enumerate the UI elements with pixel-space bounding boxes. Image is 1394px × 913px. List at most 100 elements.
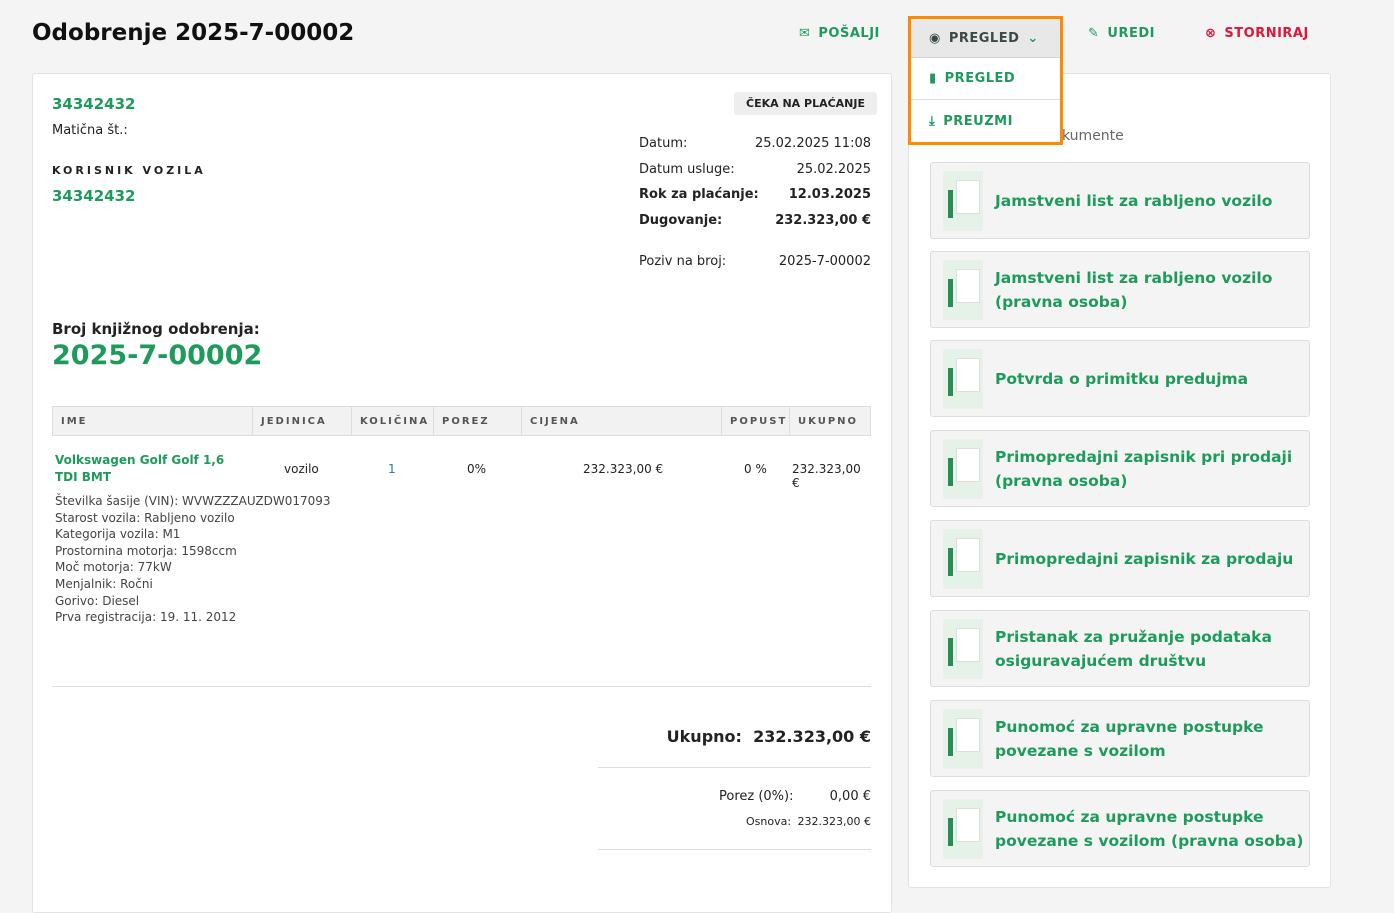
menu-item-label: PREGLED	[944, 71, 1016, 86]
item-tax: 0%	[467, 462, 487, 476]
document-title: Potvrda o primitku predujma	[995, 369, 1249, 388]
item-total: 232.323,00 €	[792, 462, 861, 490]
status-badge: ČEKA NA PLAĆANJE	[734, 92, 877, 115]
col-qty: KOLIČINA	[352, 407, 434, 436]
spec-line: Prva registracija: 19. 11. 2012	[55, 610, 237, 625]
tax-value: 0,00 €	[829, 789, 871, 804]
meta-value: 2025-7-00002	[778, 254, 871, 269]
grand-total: Ukupno: 232.323,00 €	[600, 727, 871, 746]
document-illustration-icon	[943, 170, 983, 231]
meta-row: Dugovanje: 232.323,00 €	[639, 213, 871, 228]
document-item[interactable]: Punomoć za upravne postupke povezane s v…	[930, 700, 1310, 777]
menu-item-preview[interactable]: ▮ PREGLED	[911, 58, 1060, 100]
col-discount: POPUST	[722, 407, 790, 436]
meta-label: Poziv na broj:	[639, 254, 727, 269]
meta-label: Datum usluge:	[639, 162, 735, 177]
menu-item-download[interactable]: ⤓ PREUZMI	[911, 100, 1060, 142]
vehicle-user-label: KORISNIK VOZILA	[52, 164, 206, 177]
spec-line: Številka šasije (VIN): WVWZZZAUZDW017093	[55, 494, 331, 508]
document-illustration-icon	[943, 438, 983, 499]
send-label: POŠALJI	[818, 26, 880, 41]
eye-icon: ◉	[929, 30, 941, 46]
edit-button[interactable]: ✎ UREDI	[1088, 26, 1155, 41]
base-label: Osnova:	[746, 815, 792, 828]
col-price: CIJENA	[522, 407, 722, 436]
base-value: 232.323,00 €	[797, 815, 871, 828]
meta-value: 25.02.2025 11:08	[754, 136, 871, 151]
total-value: 232.323,00 €	[753, 727, 871, 746]
preview-dropdown[interactable]: ◉ PREGLED ⌄ ▮ PREGLED ⤓ PREUZMI	[908, 16, 1063, 145]
col-total: UKUPNO	[798, 416, 859, 427]
item-price: 232.323,00 €	[583, 462, 664, 476]
tax-number-label: Matična št.:	[52, 123, 128, 138]
download-icon: ⤓	[929, 113, 936, 129]
preview-label: PREGLED	[948, 30, 1020, 46]
edit-label: UREDI	[1107, 26, 1155, 41]
meta-row: Poziv na broj: 2025-7-00002	[639, 254, 871, 269]
document-title: Primopredajni zapisnik pri prodaji (prav…	[995, 447, 1293, 490]
col-unit: JEDINICA	[253, 407, 352, 436]
envelope-icon: ✉	[799, 26, 811, 41]
client-id[interactable]: 34342432	[52, 95, 136, 113]
tax-label: Porez (0%):	[719, 789, 794, 804]
spec-line: Starost vozila: Rabljeno vozilo	[55, 510, 235, 525]
send-button[interactable]: ✉ POŠALJI	[799, 26, 880, 41]
document-illustration-icon	[943, 708, 983, 769]
chevron-down-icon: ⌄	[1027, 30, 1039, 46]
item-specs: Številka šasije (VIN): WVWZZZAUZDW017093…	[55, 493, 331, 626]
col-name: IME	[53, 407, 253, 436]
total-label: Ukupno:	[666, 727, 742, 746]
document-title: Pristanak za pružanje podataka osigurava…	[995, 627, 1272, 670]
document-item[interactable]: Primopredajni zapisnik za prodaju	[930, 520, 1310, 597]
spec-line: Prostornina motorja: 1598ccm	[55, 543, 237, 558]
item-unit: vozilo	[284, 462, 319, 476]
document-illustration-icon	[943, 259, 983, 320]
meta-label: Datum:	[639, 136, 688, 151]
divider	[598, 767, 871, 768]
document-title: Jamstveni list za rabljeno vozilo	[995, 191, 1273, 210]
document-illustration-icon	[943, 798, 983, 859]
item-name[interactable]: Volkswagen Golf Golf 1,6 TDI BMT	[55, 452, 245, 486]
document-title: Jamstveni list za rabljeno vozilo (pravn…	[995, 268, 1273, 311]
cancel-label: STORNIRAJ	[1224, 26, 1309, 41]
document-item[interactable]: Jamstveni list za rabljeno vozilo	[930, 162, 1310, 239]
page-title: Odobrenje 2025-7-00002	[32, 20, 355, 46]
doc-number-label: Broj knjižnog odobrenja:	[52, 320, 260, 338]
document-title: Punomoć za upravne postupke povezane s v…	[995, 717, 1264, 760]
spec-line: Moč motorja: 77kW	[55, 560, 172, 575]
spec-line: Gorivo: Diesel	[55, 593, 140, 608]
doc-number: 2025-7-00002	[52, 340, 263, 371]
documents-heading: kumente	[1062, 128, 1124, 144]
document-title: Primopredajni zapisnik za prodaju	[995, 549, 1294, 568]
document-item[interactable]: Punomoć za upravne postupke povezane s v…	[930, 790, 1310, 867]
spec-line: Menjalnik: Ročni	[55, 576, 153, 591]
meta-row: Datum: 25.02.2025 11:08	[639, 136, 871, 151]
preview-button[interactable]: ◉ PREGLED ⌄	[911, 19, 1060, 58]
meta-row: Datum usluge: 25.02.2025	[639, 162, 871, 177]
document-item[interactable]: Pristanak za pružanje podataka osigurava…	[930, 610, 1310, 687]
document-item[interactable]: Potvrda o primitku predujma	[930, 340, 1310, 417]
col-tax: POREZ	[434, 407, 522, 436]
item-qty: 1	[388, 462, 396, 476]
document-item[interactable]: Primopredajni zapisnik pri prodaji (prav…	[930, 430, 1310, 507]
pdf-file-icon: ▮	[929, 71, 937, 86]
meta-value: 232.323,00 €	[775, 213, 871, 228]
meta-label: Dugovanje:	[639, 213, 723, 228]
meta-row: Rok za plaćanje: 12.03.2025	[639, 187, 871, 202]
item-discount: 0 %	[744, 462, 767, 476]
document-item[interactable]: Jamstveni list za rabljeno vozilo (pravn…	[930, 251, 1310, 328]
document-illustration-icon	[943, 618, 983, 679]
table-header: IME JEDINICA KOLIČINA POREZ CIJENA POPUS…	[52, 406, 871, 436]
pencil-icon: ✎	[1088, 26, 1100, 41]
divider	[52, 686, 871, 687]
meta-label: Rok za plaćanje:	[639, 187, 759, 202]
spec-line: Kategorija vozila: M1	[55, 527, 181, 542]
divider	[598, 849, 871, 850]
menu-item-label: PREUZMI	[943, 113, 1013, 129]
vehicle-user[interactable]: 34342432	[52, 187, 136, 205]
document-illustration-icon	[943, 348, 983, 409]
document-title: Punomoć za upravne postupke povezane s v…	[995, 807, 1304, 850]
close-circle-icon: ⊗	[1205, 26, 1217, 41]
cancel-button[interactable]: ⊗ STORNIRAJ	[1205, 26, 1309, 41]
meta-value: 12.03.2025	[788, 187, 871, 202]
